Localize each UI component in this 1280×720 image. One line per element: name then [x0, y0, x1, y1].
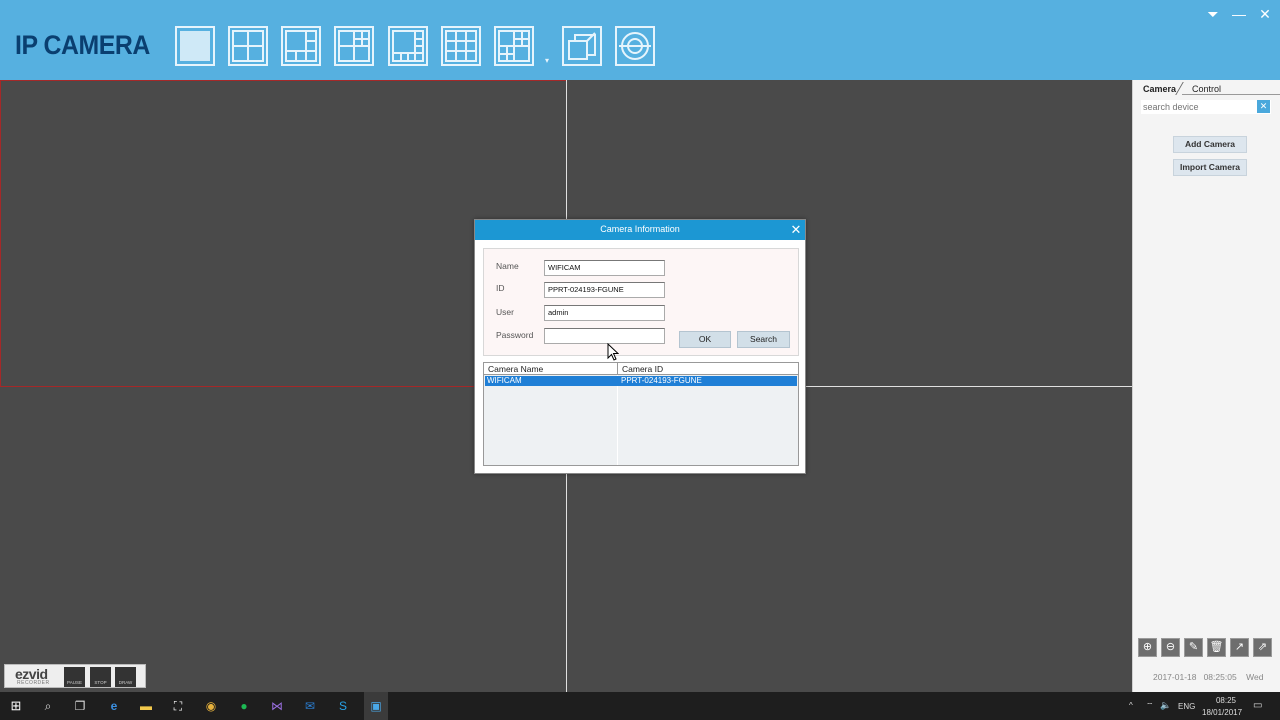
taskbar-date[interactable]: 18/01/2017 — [1202, 708, 1242, 717]
volume-icon[interactable]: 🔈 — [1160, 700, 1171, 711]
language-indicator[interactable]: ENG — [1178, 702, 1195, 711]
chrome-icon[interactable]: ◉ — [203, 698, 219, 714]
user-field[interactable]: admin — [544, 305, 665, 321]
password-field[interactable] — [544, 328, 665, 344]
layout-9-button[interactable] — [388, 26, 428, 66]
name-field[interactable]: WIFICAM — [544, 260, 665, 276]
name-label: Name — [496, 261, 519, 271]
ip-camera-app-icon[interactable]: ▣ — [368, 698, 384, 714]
layout-6-icon — [285, 30, 317, 62]
clock-readout: 2017-01-18 08:25:05 Wed — [1153, 672, 1263, 682]
password-label: Password — [496, 330, 534, 340]
layout-1-button[interactable] — [175, 26, 215, 66]
spotify-icon[interactable]: ● — [236, 698, 252, 714]
layout-8-icon — [338, 30, 370, 62]
clock-day: Wed — [1246, 672, 1264, 682]
id-field[interactable]: PPRT-024193-FGUNE — [544, 282, 665, 298]
draw-button[interactable]: DRAW — [115, 667, 136, 687]
more-layouts-icon[interactable]: ▾ — [545, 56, 549, 65]
zoom-out-icon[interactable]: ⊖ — [1161, 638, 1180, 657]
top-toolbar: IP CAMERA ▾ ⏷ — ✕ — [0, 0, 1280, 80]
search-icon[interactable]: ⌕ — [40, 698, 56, 714]
fullscreen-button[interactable] — [562, 26, 602, 66]
layout-13-button[interactable] — [494, 26, 534, 66]
zoom-in-icon[interactable]: ⊕ — [1138, 638, 1157, 657]
layout-6-button[interactable] — [281, 26, 321, 66]
row-camera-name: WIFICAM — [487, 376, 522, 385]
search-button[interactable]: Search — [737, 331, 790, 348]
table-row[interactable]: WIFICAM PPRT-024193-FGUNE — [485, 376, 797, 386]
tab-camera[interactable]: Camera — [1143, 84, 1176, 94]
layout-9b-button[interactable] — [441, 26, 481, 66]
add-camera-button[interactable]: Add Camera — [1173, 136, 1247, 153]
layout-8-button[interactable] — [334, 26, 374, 66]
column-header-camera-name[interactable]: Camera Name — [484, 363, 543, 375]
store-icon[interactable]: ⛶ — [170, 698, 186, 714]
tray-chevron-icon[interactable]: ^ — [1129, 701, 1133, 710]
start-icon[interactable]: ⊞ — [8, 698, 24, 714]
user-label: User — [496, 307, 514, 317]
app-title: IP CAMERA — [15, 30, 150, 60]
layout-9b-icon — [445, 30, 477, 62]
edge-icon[interactable]: e — [106, 698, 122, 714]
fullscreen-icon — [568, 32, 596, 60]
dialog-close-icon[interactable]: ✕ — [787, 221, 805, 239]
id-label: ID — [496, 283, 505, 293]
notification-icon[interactable]: ▭ — [1253, 700, 1262, 711]
cycle-icon — [619, 32, 651, 60]
network-icon[interactable]: ⌔ — [1146, 701, 1154, 711]
camera-information-dialog: Camera Information ✕ Name WIFICAM ID PPR… — [474, 219, 806, 474]
camera-list: Camera Name Camera ID WIFICAM PPRT-02419… — [483, 362, 799, 466]
minimize-tray-button[interactable]: ⏷ — [1205, 6, 1221, 22]
export-icon[interactable]: ↗ — [1230, 638, 1249, 657]
outlook-icon[interactable]: ✉ — [302, 698, 318, 714]
layout-1-icon — [180, 31, 210, 61]
tab-underline — [1182, 94, 1280, 95]
pause-button[interactable]: PAUSE — [64, 667, 85, 687]
edit-icon[interactable]: ✎ — [1184, 638, 1203, 657]
taskbar-time[interactable]: 08:25 — [1211, 696, 1241, 705]
cycle-button[interactable] — [615, 26, 655, 66]
layout-4-button[interactable] — [228, 26, 268, 66]
windows-taskbar: ⊞ ⌕ ❐ e ▬ ⛶ ◉ ● ⋈ ✉ S ▣ ^ ⌔ 🔈 ENG 08:25 … — [0, 692, 1280, 720]
tab-control[interactable]: Control — [1192, 84, 1221, 94]
layout-13-icon — [498, 30, 530, 62]
layout-9-icon — [392, 30, 424, 62]
right-panel: Camera Control ✕ Add Camera Import Camer… — [1132, 80, 1280, 692]
ezvid-recorder-widget: ezvid RECORDER PAUSE STOP DRAW — [4, 664, 146, 688]
layout-4-icon — [232, 30, 264, 62]
row-camera-id: PPRT-024193-FGUNE — [621, 376, 702, 385]
clear-search-icon[interactable]: ✕ — [1257, 100, 1270, 113]
dialog-title: Camera Information — [475, 220, 805, 240]
delete-icon[interactable]: 🗑 — [1207, 638, 1226, 657]
column-divider — [617, 375, 618, 465]
ok-button[interactable]: OK — [679, 331, 731, 348]
camera-form: Name WIFICAM ID PPRT-024193-FGUNE User a… — [483, 248, 799, 356]
clock-time: 08:25:05 — [1203, 672, 1237, 682]
search-device-input[interactable] — [1141, 100, 1271, 114]
close-window-button[interactable]: ✕ — [1257, 6, 1273, 22]
minimize-button[interactable]: — — [1231, 6, 1247, 22]
share-icon[interactable]: ⇗ — [1253, 638, 1272, 657]
skype-icon[interactable]: S — [335, 698, 351, 714]
file-explorer-icon[interactable]: ▬ — [138, 698, 154, 714]
list-header: Camera Name Camera ID — [484, 363, 798, 375]
visual-studio-icon[interactable]: ⋈ — [269, 698, 285, 714]
task-view-icon[interactable]: ❐ — [72, 698, 88, 714]
recorder-sublabel: RECORDER — [17, 680, 50, 686]
clock-date: 2017-01-18 — [1153, 672, 1197, 682]
column-header-camera-id[interactable]: Camera ID — [618, 363, 663, 375]
import-camera-button[interactable]: Import Camera — [1173, 159, 1247, 176]
stop-button[interactable]: STOP — [90, 667, 111, 687]
mouse-cursor-icon — [607, 343, 619, 361]
